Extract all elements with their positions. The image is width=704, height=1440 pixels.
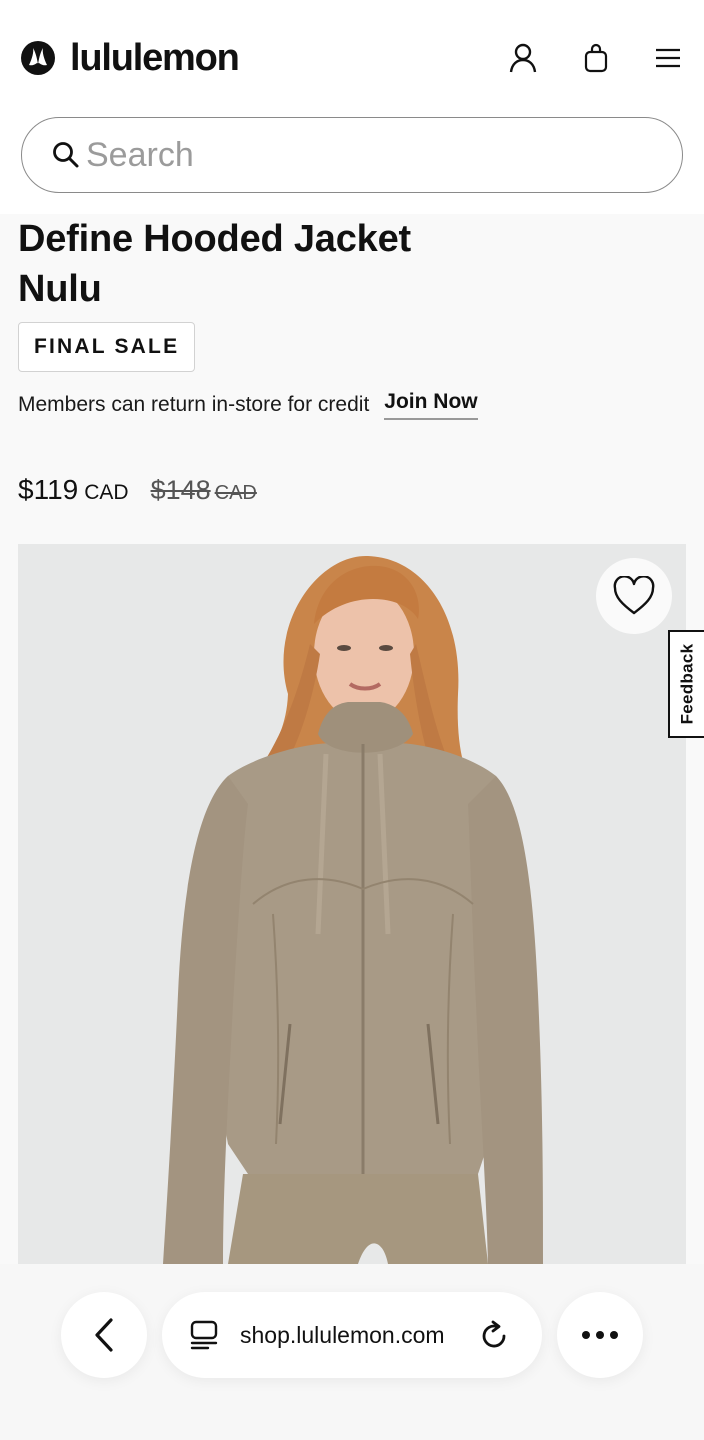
bag-icon bbox=[584, 43, 608, 73]
account-button[interactable] bbox=[505, 40, 541, 76]
final-sale-badge: FINAL SALE bbox=[18, 322, 196, 372]
browser-toolbar: shop.lululemon.com bbox=[0, 1264, 704, 1440]
join-now-link[interactable]: Join Now bbox=[384, 390, 478, 420]
product-section: Define Hooded Jacket Nulu FINAL SALE Mem… bbox=[0, 214, 704, 1264]
menu-icon bbox=[656, 48, 680, 68]
account-icon bbox=[509, 43, 537, 73]
more-button[interactable] bbox=[557, 1292, 643, 1378]
feedback-label: Feedback bbox=[677, 643, 697, 725]
search-icon bbox=[53, 142, 79, 168]
product-title: Define Hooded Jacket Nulu bbox=[18, 218, 411, 310]
menu-button[interactable] bbox=[650, 40, 686, 76]
tabs-icon bbox=[190, 1320, 218, 1350]
heart-icon bbox=[613, 576, 655, 615]
search-bar[interactable] bbox=[21, 117, 683, 193]
more-icon bbox=[582, 1331, 618, 1339]
brand-wordmark: lululemon bbox=[70, 36, 240, 79]
bag-button[interactable] bbox=[578, 40, 614, 76]
wishlist-button[interactable] bbox=[596, 558, 672, 634]
member-return-note: Members can return in-store for credit J… bbox=[18, 390, 478, 420]
search-input[interactable] bbox=[86, 135, 646, 175]
brand-home-link[interactable]: lululemon bbox=[20, 36, 240, 80]
back-button[interactable] bbox=[61, 1292, 147, 1378]
site-header: lululemon bbox=[0, 0, 704, 118]
feedback-tab[interactable]: Feedback bbox=[668, 630, 704, 738]
reload-icon[interactable] bbox=[478, 1319, 510, 1351]
product-image[interactable] bbox=[18, 544, 686, 1264]
url-text: shop.lululemon.com bbox=[240, 1321, 445, 1348]
address-bar[interactable]: shop.lululemon.com bbox=[162, 1292, 542, 1378]
sale-price: $119 bbox=[18, 474, 79, 505]
original-price-currency: CAD bbox=[214, 482, 257, 504]
back-icon bbox=[95, 1318, 113, 1352]
member-return-text: Members can return in-store for credit bbox=[18, 393, 370, 416]
original-price: $148 bbox=[150, 475, 211, 505]
lululemon-logo-icon bbox=[21, 41, 55, 75]
price-row: $119 CAD $148 CAD bbox=[18, 474, 257, 506]
sale-price-currency: CAD bbox=[84, 481, 129, 504]
product-photo-illustration bbox=[18, 544, 686, 1264]
